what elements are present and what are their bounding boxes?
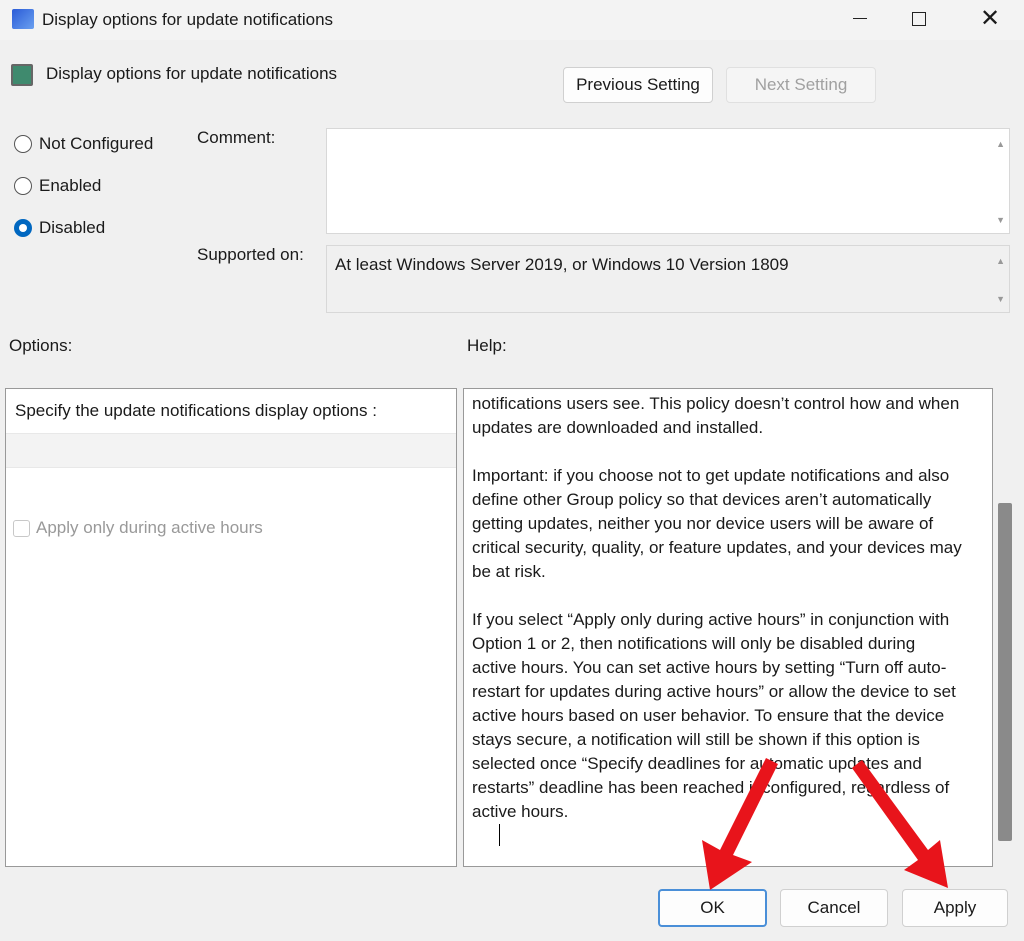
- arrow-to-apply: [852, 760, 948, 888]
- arrow-to-ok: [702, 758, 778, 890]
- annotation-arrows: [702, 758, 948, 890]
